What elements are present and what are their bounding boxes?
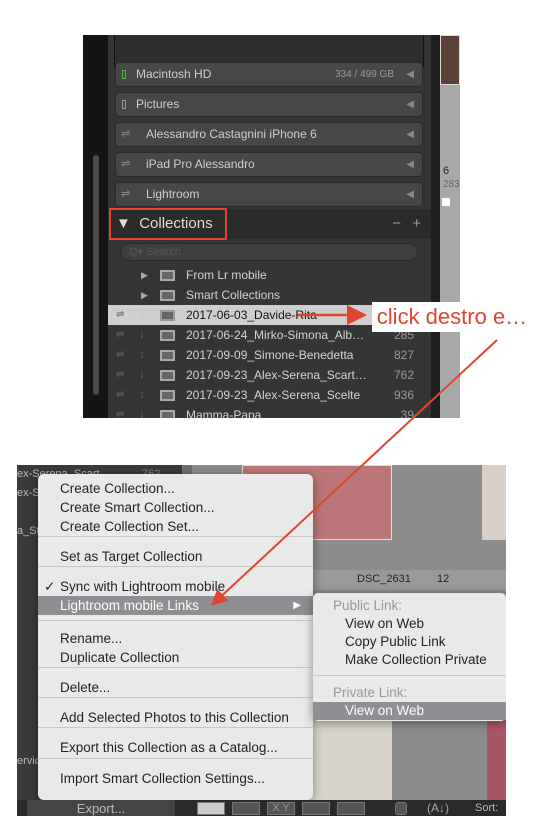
- arrow-to-menu-item: [211, 339, 498, 606]
- annotation-arrows: [211, 305, 498, 606]
